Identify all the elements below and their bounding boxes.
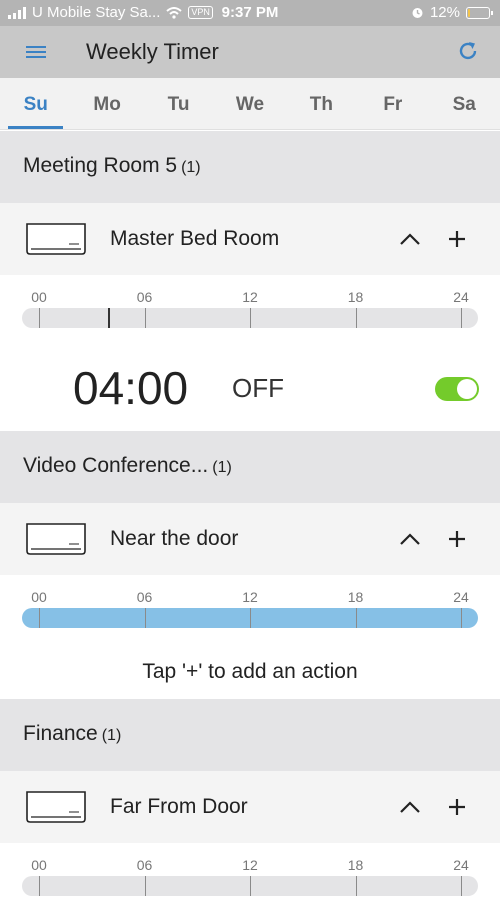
group-header-finance: Finance (1): [0, 699, 500, 771]
timeline-tick-label: 18: [347, 589, 364, 605]
group-count: (1): [212, 459, 232, 476]
timeline-tick: [355, 308, 357, 328]
timeline-tick-label: 24: [453, 857, 469, 873]
timeline-tick-label: 12: [242, 289, 258, 305]
timeline-tick-label: 24: [453, 289, 469, 305]
timer-action-row[interactable]: 04:00 OFF: [0, 353, 500, 431]
tab-we[interactable]: We: [214, 78, 285, 129]
timeline-action-marker: [108, 308, 111, 328]
timeline-tick: [461, 308, 462, 328]
device-row-far-from-door[interactable]: Far From Door: [0, 771, 500, 843]
timeline-tick: [250, 308, 251, 328]
status-bar: U Mobile Stay Sa... VPN 9:37 PM 12%: [0, 0, 500, 26]
status-right: 12%: [411, 4, 493, 21]
menu-icon[interactable]: [26, 43, 48, 61]
battery-percent: 12%: [429, 4, 460, 21]
air-conditioner-icon: [26, 223, 86, 255]
alarm-icon: [412, 8, 423, 18]
tab-su[interactable]: Su: [0, 78, 71, 129]
timeline[interactable]: 00 06 12 18 24: [0, 575, 500, 648]
timeline-tick: [144, 608, 146, 628]
timeline-tick: [39, 308, 40, 328]
timeline-tick-label: 18: [347, 289, 364, 305]
timeline-tick: [39, 876, 40, 896]
air-conditioner-icon: [26, 523, 86, 555]
chevron-up-icon[interactable]: [398, 797, 422, 817]
timeline-tick-label: 12: [242, 857, 258, 873]
battery-fill: [468, 8, 471, 17]
action-time: 04:00: [73, 362, 189, 414]
timeline-tick: [144, 876, 146, 896]
tab-sa[interactable]: Sa: [429, 78, 500, 129]
group-count: (1): [181, 159, 201, 176]
day-tabs: Su Mo Tu We Th Fr Sa: [0, 78, 500, 130]
timeline[interactable]: 00 06 12 18 24: [0, 275, 500, 353]
refresh-icon[interactable]: [456, 39, 480, 63]
group-name: Finance: [23, 722, 98, 745]
group-name: Video Conference...: [23, 454, 209, 477]
timeline-tick-label: 06: [136, 289, 153, 305]
timeline-tick: [144, 308, 146, 328]
air-conditioner-icon: [26, 791, 86, 823]
action-enabled-toggle[interactable]: [435, 377, 479, 401]
timeline-tick: [355, 608, 357, 628]
timeline-tick: [250, 608, 251, 628]
empty-hint: Tap '+' to add an action: [0, 648, 500, 698]
tab-th[interactable]: Th: [286, 78, 357, 129]
chevron-up-icon[interactable]: [398, 229, 422, 249]
tab-tu[interactable]: Tu: [143, 78, 214, 129]
timeline-tick-label: 06: [136, 589, 153, 605]
timeline-tick-label: 18: [347, 857, 364, 873]
timeline-tick-label: 00: [31, 857, 47, 873]
timeline-tick: [39, 608, 40, 628]
timeline-tick-label: 00: [31, 289, 47, 305]
timeline[interactable]: 00 06 12 18 24: [0, 843, 500, 900]
timeline-tick-label: 24: [453, 589, 469, 605]
timeline-tick-label: 00: [31, 589, 47, 605]
tab-fr[interactable]: Fr: [357, 78, 428, 129]
timeline-tick-label: 06: [136, 857, 153, 873]
add-action-button[interactable]: [446, 528, 468, 550]
group-header-video-conference: Video Conference... (1): [0, 431, 500, 503]
page-title: Weekly Timer: [86, 39, 219, 64]
group-header-meeting-room-5: Meeting Room 5 (1): [0, 131, 500, 203]
add-action-button[interactable]: [446, 796, 468, 818]
chevron-up-icon[interactable]: [398, 529, 422, 549]
tab-mo[interactable]: Mo: [71, 78, 142, 129]
active-tab-indicator: [8, 126, 64, 129]
device-name: Far From Door: [110, 795, 248, 818]
timeline-tick: [461, 608, 462, 628]
action-state: OFF: [232, 373, 284, 403]
device-row-master-bed-room[interactable]: Master Bed Room: [0, 203, 500, 275]
device-row-near-the-door[interactable]: Near the door: [0, 503, 500, 575]
add-action-button[interactable]: [446, 228, 468, 250]
battery-icon: [466, 6, 493, 19]
timeline-tick: [250, 876, 251, 896]
group-name: Meeting Room 5: [23, 154, 178, 177]
timeline-tick-label: 12: [242, 589, 258, 605]
timeline-tick: [355, 876, 357, 896]
device-name: Master Bed Room: [110, 227, 280, 250]
device-name: Near the door: [110, 527, 239, 550]
group-count: (1): [101, 727, 122, 744]
timeline-tick: [461, 876, 462, 896]
app-bar: Weekly Timer: [0, 26, 500, 78]
